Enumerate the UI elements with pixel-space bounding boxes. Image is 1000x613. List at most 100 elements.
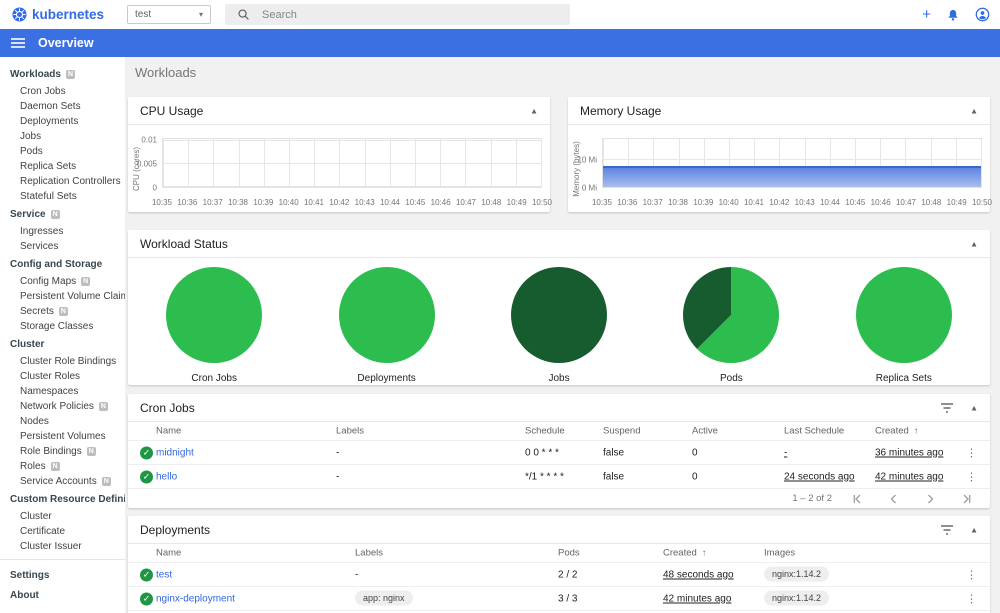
cpu-usage-card-header: CPU Usage ▲ bbox=[128, 97, 550, 125]
name-cell[interactable]: hello bbox=[156, 471, 177, 482]
sidebar-item-storage-classes[interactable]: Storage Classes bbox=[0, 319, 125, 334]
x-tick-label: 10:48 bbox=[921, 198, 942, 207]
status-ok-icon: ✓ bbox=[140, 592, 153, 605]
sidebar-item-cluster-issuer[interactable]: Cluster Issuer bbox=[0, 539, 125, 554]
x-tick-label: 10:41 bbox=[303, 198, 325, 207]
pie-chart bbox=[855, 267, 952, 363]
active-cell: 0 bbox=[692, 447, 698, 458]
kubernetes-logo[interactable]: kubernetes bbox=[12, 0, 104, 29]
sidebar-item-secrets[interactable]: Secrets N bbox=[0, 304, 125, 319]
column-header-labels[interactable]: Labels bbox=[355, 548, 383, 559]
sidebar-item-certificate[interactable]: Certificate bbox=[0, 524, 125, 539]
column-header-name[interactable]: Name bbox=[156, 426, 181, 437]
y-axis-ticks: 10 Mi 0 Mi bbox=[577, 138, 600, 193]
next-page-icon[interactable] bbox=[924, 493, 936, 505]
sidebar-item-persistent-volume-claims[interactable]: Persistent Volume ClaimsN bbox=[0, 289, 125, 304]
create-resource-button[interactable]: + bbox=[922, 7, 931, 22]
name-cell[interactable]: nginx-deployment bbox=[156, 593, 235, 604]
sidebar-section-workloads[interactable]: Workloads N bbox=[0, 64, 125, 84]
collapse-icon[interactable]: ▲ bbox=[970, 403, 978, 412]
sidebar-item-roles[interactable]: Roles N bbox=[0, 459, 125, 474]
sidebar-item-ingresses[interactable]: Ingresses bbox=[0, 224, 125, 239]
x-tick-label: 10:45 bbox=[845, 198, 866, 207]
account-icon[interactable] bbox=[975, 7, 990, 22]
sidebar-item-cluster-role-bindings[interactable]: Cluster Role Bindings bbox=[0, 354, 125, 369]
sidebar-item-deployments[interactable]: Deployments bbox=[0, 114, 125, 129]
first-page-icon[interactable] bbox=[852, 493, 864, 505]
hamburger-menu-icon[interactable] bbox=[11, 37, 25, 49]
row-menu-icon[interactable]: ⋮ bbox=[966, 446, 977, 459]
sidebar-item-cluster-roles[interactable]: Cluster Roles bbox=[0, 369, 125, 384]
sidebar-section-custom-resource-definitions[interactable]: Custom Resource Definitions bbox=[0, 489, 125, 509]
namespace-selector[interactable]: test ▾ bbox=[127, 5, 211, 24]
collapse-icon[interactable]: ▲ bbox=[530, 106, 538, 115]
sidebar-item-cron-jobs[interactable]: Cron Jobs bbox=[0, 84, 125, 99]
filter-icon[interactable] bbox=[940, 524, 954, 536]
namespaced-badge: N bbox=[101, 477, 111, 486]
gridline bbox=[163, 163, 541, 165]
sidebar-item-nodes[interactable]: Nodes bbox=[0, 414, 125, 429]
row-menu-icon[interactable]: ⋮ bbox=[966, 568, 977, 581]
cpu-usage-card: CPU Usage ▲ CPU (cores) 0.01 0.005 0 10:35… bbox=[128, 97, 552, 212]
row-menu-icon[interactable]: ⋮ bbox=[966, 592, 977, 605]
plot-area bbox=[162, 138, 542, 188]
name-cell[interactable]: midnight bbox=[156, 447, 194, 458]
sidebar-item-network-policies[interactable]: Network Policies N bbox=[0, 399, 125, 414]
sidebar-item-about[interactable]: About bbox=[0, 585, 125, 605]
row-menu-icon[interactable]: ⋮ bbox=[966, 470, 977, 483]
x-tick-label: 10:43 bbox=[794, 198, 815, 207]
sidebar-item-replication-controllers[interactable]: Replication Controllers bbox=[0, 174, 125, 189]
column-header-labels[interactable]: Labels bbox=[336, 426, 364, 437]
x-tick-label: 10:47 bbox=[455, 198, 477, 207]
created-cell[interactable]: 42 minutes ago bbox=[875, 471, 943, 482]
sidebar-item-settings[interactable]: Settings bbox=[0, 565, 125, 585]
x-tick-label: 10:46 bbox=[870, 198, 891, 207]
created-cell[interactable]: 48 seconds ago bbox=[663, 569, 734, 580]
search-input[interactable]: Search bbox=[225, 4, 570, 25]
gridline bbox=[603, 159, 981, 161]
sidebar-section-cluster[interactable]: Cluster bbox=[0, 334, 125, 354]
sidebar-item-namespaces[interactable]: Namespaces bbox=[0, 384, 125, 399]
previous-page-icon[interactable] bbox=[888, 493, 900, 505]
filter-icon[interactable] bbox=[940, 402, 954, 414]
x-tick-label: 10:44 bbox=[819, 198, 841, 207]
pie-chart bbox=[683, 267, 780, 363]
column-header-images[interactable]: Images bbox=[764, 548, 795, 559]
x-tick-label: 10:39 bbox=[253, 198, 274, 207]
sidebar-item-config-maps[interactable]: Config Maps N bbox=[0, 274, 125, 289]
collapse-icon[interactable]: ▲ bbox=[970, 106, 978, 115]
sidebar-item-persistent-volumes[interactable]: Persistent Volumes bbox=[0, 429, 125, 444]
gridline bbox=[163, 186, 541, 187]
column-header-created[interactable]: Created ↑ bbox=[663, 548, 706, 559]
column-header-name[interactable]: Name bbox=[156, 548, 181, 559]
sidebar-item-jobs[interactable]: Jobs bbox=[0, 129, 125, 144]
created-cell[interactable]: 36 minutes ago bbox=[875, 447, 943, 458]
sidebar-item-pods[interactable]: Pods bbox=[0, 144, 125, 159]
sidebar-item-role-bindings[interactable]: Role Bindings N bbox=[0, 444, 125, 459]
card-title: CPU Usage bbox=[140, 103, 204, 118]
name-cell[interactable]: test bbox=[156, 569, 172, 580]
sidebar-item-services[interactable]: Services bbox=[0, 239, 125, 254]
column-header-active[interactable]: Active bbox=[692, 426, 718, 437]
sidebar-item-service-accounts[interactable]: Service Accounts N bbox=[0, 474, 125, 489]
column-header-pods[interactable]: Pods bbox=[558, 548, 580, 559]
last-page-icon[interactable] bbox=[960, 493, 972, 505]
sidebar-item-cluster[interactable]: Cluster bbox=[0, 509, 125, 524]
notifications-bell-icon[interactable] bbox=[946, 8, 960, 22]
column-header-created[interactable]: Created ↑ bbox=[875, 426, 918, 437]
x-axis-ticks: 10:35 10:36 10:37 10:38 10:39 10:40 10:41 10:42… bbox=[592, 198, 992, 209]
sidebar-item-daemon-sets[interactable]: Daemon Sets bbox=[0, 99, 125, 114]
created-cell[interactable]: 42 minutes ago bbox=[663, 593, 731, 604]
sidebar-item-stateful-sets[interactable]: Stateful Sets bbox=[0, 189, 125, 204]
column-header-last-schedule[interactable]: Last Schedule bbox=[784, 426, 844, 437]
x-tick-label: 10:49 bbox=[946, 198, 967, 207]
sidebar-section-service[interactable]: Service N bbox=[0, 204, 125, 224]
last-schedule-cell[interactable]: - bbox=[784, 447, 787, 458]
sidebar-section-config-and-storage[interactable]: Config and Storage bbox=[0, 254, 125, 274]
sidebar-item-replica-sets[interactable]: Replica Sets bbox=[0, 159, 125, 174]
last-schedule-cell[interactable]: 24 seconds ago bbox=[784, 471, 855, 482]
column-header-suspend[interactable]: Suspend bbox=[603, 426, 641, 437]
column-header-schedule[interactable]: Schedule bbox=[525, 426, 565, 437]
collapse-icon[interactable]: ▲ bbox=[970, 525, 978, 534]
collapse-icon[interactable]: ▲ bbox=[970, 239, 978, 248]
